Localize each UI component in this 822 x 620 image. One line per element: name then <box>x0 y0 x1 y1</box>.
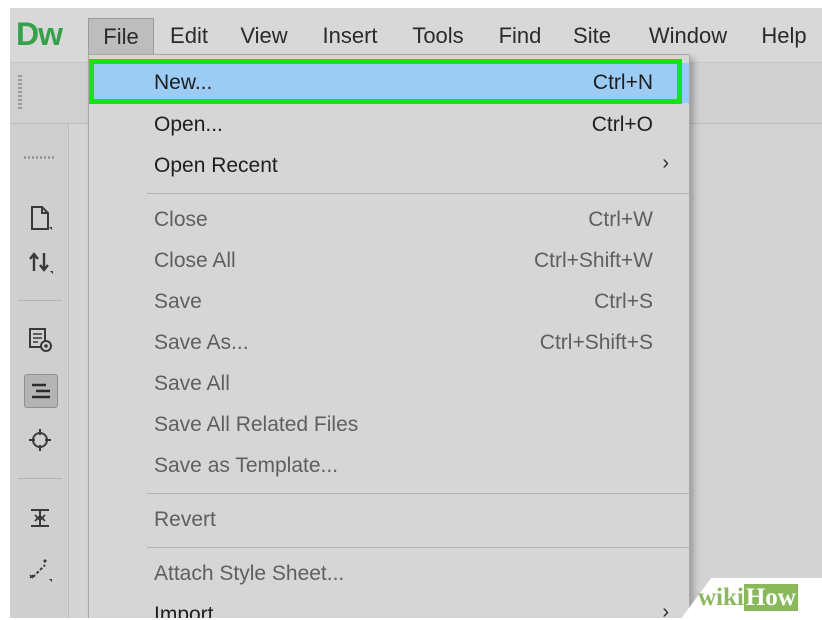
menu-item-label: Save All Related Files <box>154 413 359 436</box>
wikihow-watermark: wikiHow <box>698 584 798 611</box>
menu-item-save-all[interactable]: Save All <box>89 364 689 404</box>
file-menu-dropdown: New... Ctrl+N Open... Ctrl+O Open Recent… <box>88 54 690 618</box>
menu-item-label: Close <box>154 208 208 231</box>
sidebar-divider <box>18 478 62 479</box>
menu-item-shortcut: Ctrl+Shift+S <box>539 331 653 354</box>
menu-item-label: Save as Template... <box>154 454 339 477</box>
menu-item-label: Save <box>154 290 202 313</box>
submenu-arrow-icon: › <box>662 601 669 618</box>
menu-item-save-as-template[interactable]: Save as Template... <box>89 446 689 486</box>
get-put-icon[interactable] <box>24 246 56 278</box>
menu-item-label: Revert <box>154 508 216 531</box>
menu-item-open-recent[interactable]: Open Recent › <box>89 146 689 186</box>
new-document-icon[interactable] <box>24 202 56 234</box>
menu-item-open[interactable]: Open... Ctrl+O <box>89 105 689 145</box>
menu-file[interactable]: File <box>88 18 154 55</box>
menu-item-label: Save As... <box>154 331 249 354</box>
app-window: Dw File Edit View Insert Tools Find Site… <box>10 8 822 618</box>
expand-icon[interactable] <box>24 502 56 534</box>
menu-item-label: Save All <box>154 372 230 395</box>
menu-insert[interactable]: Insert <box>312 18 388 54</box>
menu-item-revert[interactable]: Revert <box>89 500 689 540</box>
file-preview-icon[interactable] <box>24 324 56 356</box>
menu-item-shortcut: Ctrl+Shift+W <box>533 249 653 272</box>
menu-item-label: Open... <box>154 113 223 136</box>
menu-find[interactable]: Find <box>490 18 550 54</box>
document-area <box>688 124 822 618</box>
menu-item-shortcut: Ctrl+S <box>594 290 653 313</box>
menu-item-shortcut: Ctrl+W <box>588 208 653 231</box>
code-format-icon[interactable] <box>24 374 58 408</box>
link-wand-icon[interactable] <box>24 554 56 586</box>
menu-item-save[interactable]: Save Ctrl+S <box>89 282 689 322</box>
menu-separator <box>147 193 689 194</box>
menu-item-label: Import <box>154 603 214 618</box>
highlight-annotation-box <box>89 59 682 104</box>
menu-item-label: Close All <box>154 249 236 272</box>
panel-grip[interactable] <box>24 156 54 159</box>
menu-tools[interactable]: Tools <box>404 18 472 54</box>
menu-help[interactable]: Help <box>755 18 813 54</box>
left-tool-panel <box>10 124 69 618</box>
menu-item-close[interactable]: Close Ctrl+W <box>89 200 689 240</box>
menu-item-save-all-related-files[interactable]: Save All Related Files <box>89 405 689 445</box>
menu-window[interactable]: Window <box>638 18 738 54</box>
menu-item-close-all[interactable]: Close All Ctrl+Shift+W <box>89 241 689 281</box>
toolbar-grip[interactable] <box>18 75 22 109</box>
menu-view[interactable]: View <box>232 18 296 54</box>
sidebar-divider <box>18 300 62 301</box>
menu-edit[interactable]: Edit <box>160 18 218 54</box>
menu-separator <box>147 547 689 548</box>
menu-item-attach-style-sheet[interactable]: Attach Style Sheet... <box>89 554 689 594</box>
submenu-arrow-icon: › <box>662 152 669 174</box>
menu-item-label: Attach Style Sheet... <box>154 562 345 585</box>
menu-item-save-as[interactable]: Save As... Ctrl+Shift+S <box>89 323 689 363</box>
menu-item-import[interactable]: Import › <box>89 595 689 618</box>
menu-separator <box>147 493 689 494</box>
menu-site[interactable]: Site <box>565 18 619 54</box>
dreamweaver-logo: Dw <box>16 16 63 52</box>
menu-item-shortcut: Ctrl+O <box>591 113 653 136</box>
menu-item-label: Open Recent <box>154 154 278 177</box>
target-icon[interactable] <box>24 424 56 456</box>
